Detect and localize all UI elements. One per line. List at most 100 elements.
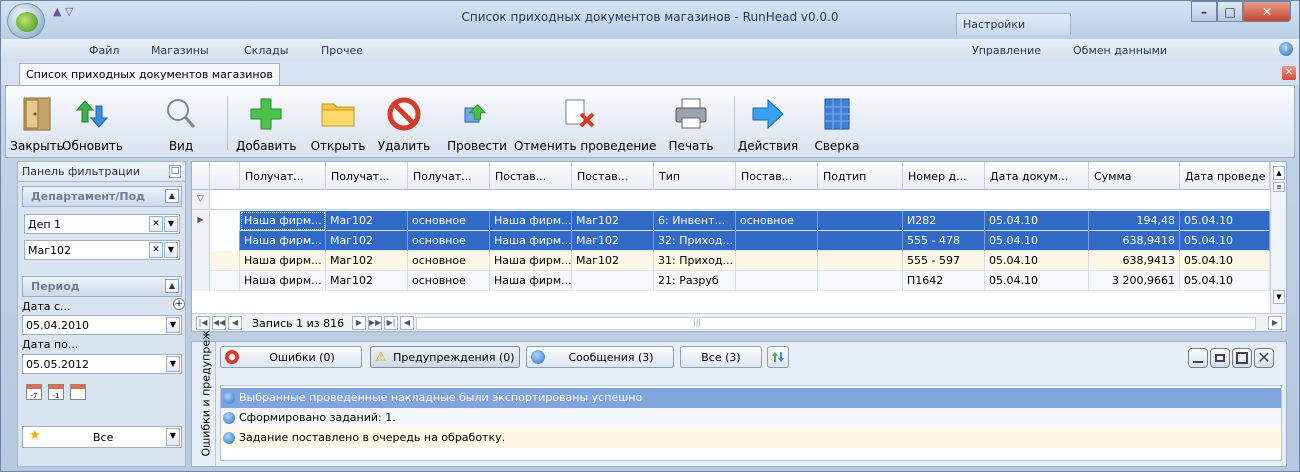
prev-page-icon[interactable]: ◀◀ [212, 316, 226, 330]
table-cell[interactable]: основное [408, 231, 490, 251]
close-tab-icon[interactable]: ✕ [1282, 66, 1296, 80]
table-cell[interactable]: 05.04.10 [1180, 211, 1270, 231]
table-cell[interactable]: 31: Приход... [654, 251, 736, 271]
table-cell[interactable]: основное [736, 211, 818, 231]
table-cell[interactable] [736, 271, 818, 291]
table-cell[interactable]: Наша фирм... [490, 271, 572, 291]
calendar-minus7-icon[interactable]: -7 [26, 384, 42, 400]
table-cell[interactable]: 05.04.10 [985, 231, 1089, 251]
column-header[interactable]: Дата проведе [1180, 162, 1270, 190]
prev-record-icon[interactable]: ◀ [228, 316, 242, 330]
messages-filter-button[interactable]: Сообщения (3) [526, 346, 674, 368]
export-messages-button[interactable] [767, 346, 789, 368]
table-cell[interactable]: Маг102 [572, 231, 654, 251]
table-cell[interactable]: 32: Приход... [654, 231, 736, 251]
date-to-field[interactable]: 05.05.2012 ▼ [22, 354, 182, 374]
calendar-minus1-icon[interactable]: -1 [48, 384, 64, 400]
chevron-down-icon[interactable]: ▼ [166, 428, 180, 446]
delete-button[interactable]: Удалить [376, 86, 432, 157]
horizontal-scrollbar[interactable]: ||| [416, 317, 1256, 330]
errors-filter-button[interactable]: Ошибки (0) [220, 346, 362, 368]
chevron-down-icon[interactable]: ▼ [166, 317, 180, 333]
actions-button[interactable]: Действия [736, 86, 800, 157]
menu-management[interactable]: Управление [972, 44, 1041, 57]
reconcile-button[interactable]: Сверка [812, 86, 862, 157]
column-header[interactable]: Подтип [818, 162, 903, 190]
table-cell[interactable]: основное [408, 251, 490, 271]
table-cell[interactable]: 05.04.10 [1180, 271, 1270, 291]
refresh-button[interactable]: Обновить [62, 86, 123, 157]
close-window-button[interactable]: ✕ [1243, 1, 1291, 22]
clear-icon[interactable]: ✕ [149, 216, 163, 232]
table-cell[interactable]: Маг102 [326, 211, 408, 231]
settings-tab[interactable]: Настройки [956, 13, 1071, 35]
first-record-icon[interactable]: |◀ [196, 316, 210, 330]
list-item[interactable]: Задание поставлено в очередь на обработк… [221, 428, 1281, 448]
chevron-down-icon[interactable]: ▼ [164, 242, 178, 258]
all-messages-button[interactable]: Все (3) [680, 346, 762, 368]
collapse-icon[interactable]: ▲ [165, 189, 179, 203]
scroll-right-icon[interactable]: ▶ [1268, 316, 1282, 330]
panel-close-icon[interactable]: ✕ [1254, 348, 1274, 368]
column-header[interactable]: Сумма [1089, 162, 1180, 190]
table-cell[interactable]: 555 - 597 [903, 251, 985, 271]
table-cell[interactable] [818, 211, 903, 231]
department-group-header[interactable]: Департамент/Под ▲ [22, 186, 182, 207]
column-header[interactable]: Постав... [736, 162, 818, 190]
store-combo[interactable]: Маг102 ✕ ▼ [24, 240, 180, 260]
vertical-scrollbar[interactable]: ▲ ≡ ▼ [1270, 162, 1286, 313]
table-cell[interactable]: 638,9418 [1089, 231, 1180, 251]
table-cell[interactable]: 21: Разруб [654, 271, 736, 291]
tab-document-list[interactable]: Список приходных документов магазинов [19, 63, 280, 85]
last-record-icon[interactable]: ▶| [384, 316, 398, 330]
table-cell[interactable]: П1642 [903, 271, 985, 291]
table-cell[interactable] [818, 231, 903, 251]
table-row[interactable]: Наша фирм... Маг102 основное Наша фирм..… [192, 251, 1272, 271]
table-cell[interactable] [818, 251, 903, 271]
table-row[interactable]: Наша фирм... Маг102 основное Наша фирм..… [192, 271, 1272, 291]
table-cell[interactable] [818, 271, 903, 291]
table-cell[interactable]: 05.04.10 [1180, 251, 1270, 271]
view-button[interactable]: Вид [166, 86, 196, 157]
table-cell[interactable]: Наша фирм... [490, 251, 572, 271]
table-cell[interactable]: Маг102 [572, 211, 654, 231]
table-cell[interactable]: Наша фирм... [240, 271, 326, 291]
print-button[interactable]: Печать [666, 86, 716, 157]
column-chooser-icon[interactable]: ≡ [1273, 182, 1285, 192]
table-cell[interactable] [572, 271, 654, 291]
all-selector[interactable]: ★ Все ▼ [22, 426, 182, 448]
next-record-icon[interactable]: ▶ [352, 316, 366, 330]
scroll-down-icon[interactable]: ▼ [1273, 290, 1285, 304]
menu-file[interactable]: Файл [89, 44, 119, 57]
panel-restore-icon[interactable] [1210, 348, 1230, 368]
collapse-icon[interactable]: ▲ [165, 279, 179, 293]
table-cell[interactable]: 05.04.10 [1180, 231, 1270, 251]
panel-minimize-icon[interactable] [1188, 348, 1208, 368]
column-header[interactable]: Получат... [240, 162, 326, 190]
grid-filter-row[interactable]: ▽ [192, 190, 1272, 210]
post-button[interactable]: Провести [444, 86, 510, 157]
close-button[interactable]: Закрыть [10, 86, 64, 157]
maximize-button[interactable]: □ [1217, 1, 1243, 22]
date-from-field[interactable]: 05.04.2010 ▼ [22, 315, 182, 335]
calendar-icon[interactable] [70, 384, 86, 400]
table-cell[interactable]: Маг102 [326, 231, 408, 251]
list-item[interactable]: Выбранные проведённые накладные были экс… [221, 388, 1281, 408]
table-row[interactable]: Наша фирм... Маг102 основное Наша фирм..… [192, 231, 1272, 251]
help-icon[interactable]: i [1279, 42, 1293, 56]
table-cell[interactable]: Маг102 [326, 251, 408, 271]
open-button[interactable]: Открыть [310, 86, 366, 157]
add-circle-icon[interactable]: + [173, 298, 185, 310]
table-cell[interactable]: 638,9413 [1089, 251, 1180, 271]
table-cell[interactable]: 555 - 478 [903, 231, 985, 251]
chevron-down-icon[interactable]: ▼ [166, 356, 180, 372]
period-group-header[interactable]: Период ▲ [22, 276, 182, 297]
table-cell[interactable]: 194,48 [1089, 211, 1180, 231]
table-cell[interactable]: 05.04.10 [985, 211, 1089, 231]
department-combo[interactable]: Деп 1 ✕ ▼ [24, 214, 180, 234]
unpost-button[interactable]: Отменить проведение [514, 86, 656, 157]
clear-icon[interactable]: ✕ [149, 242, 163, 258]
minimize-button[interactable]: – [1191, 1, 1217, 22]
add-button[interactable]: Добавить [236, 86, 296, 157]
pin-icon[interactable]: □ [169, 165, 181, 178]
